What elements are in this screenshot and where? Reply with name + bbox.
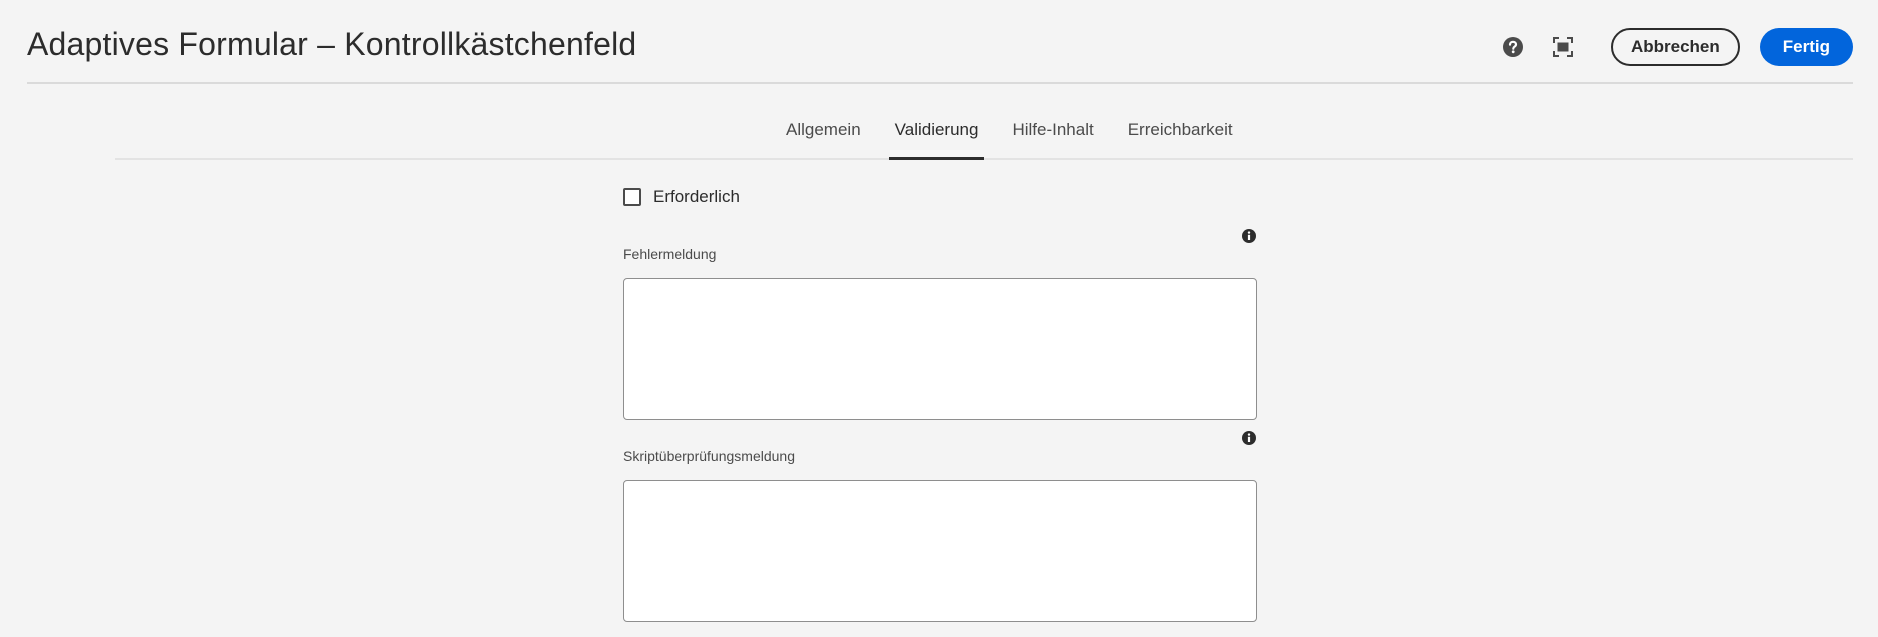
header-actions: Abbrechen Fertig	[1497, 28, 1853, 66]
done-button[interactable]: Fertig	[1759, 28, 1853, 66]
dialog-page: Adaptives Formular – Kontrollkästchenfel…	[0, 0, 1878, 637]
required-checkbox-row[interactable]: Erforderlich	[623, 180, 1257, 214]
script-message-field: Skriptüberprüfungsmeldung	[623, 431, 1257, 622]
dialog-header: Adaptives Formular – Kontrollkästchenfel…	[27, 0, 1853, 84]
error-message-field: Fehlermeldung	[623, 229, 1257, 420]
script-message-label: Skriptüberprüfungsmeldung	[623, 448, 795, 464]
cancel-button[interactable]: Abbrechen	[1610, 28, 1740, 66]
error-message-label: Fehlermeldung	[623, 246, 717, 262]
dialog-title: Adaptives Formular – Kontrollkästchenfel…	[27, 26, 637, 62]
validation-form: Erforderlich Fehlermeldung Skriptüberprü…	[623, 180, 1257, 622]
fullscreen-icon	[1552, 37, 1573, 57]
info-icon	[1242, 229, 1256, 243]
error-message-textarea[interactable]	[623, 278, 1257, 420]
help-button[interactable]	[1497, 31, 1529, 63]
error-message-info-button[interactable]	[1241, 228, 1257, 244]
tab-general[interactable]: Allgemein	[786, 108, 861, 158]
tab-list: Allgemein Validierung Hilfe-Inhalt Errei…	[769, 108, 1250, 160]
required-checkbox[interactable]	[623, 188, 641, 206]
help-circle-icon	[1502, 37, 1523, 57]
script-message-textarea[interactable]	[623, 480, 1257, 622]
script-message-info-button[interactable]	[1241, 430, 1257, 446]
fullscreen-button[interactable]	[1547, 31, 1579, 63]
tab-bar: Allgemein Validierung Hilfe-Inhalt Errei…	[115, 108, 1853, 160]
tab-help-content[interactable]: Hilfe-Inhalt	[1012, 108, 1093, 158]
tab-accessibility[interactable]: Erreichbarkeit	[1128, 108, 1233, 158]
tab-validation[interactable]: Validierung	[888, 108, 985, 160]
info-icon	[1242, 431, 1256, 445]
required-checkbox-label: Erforderlich	[653, 187, 740, 206]
